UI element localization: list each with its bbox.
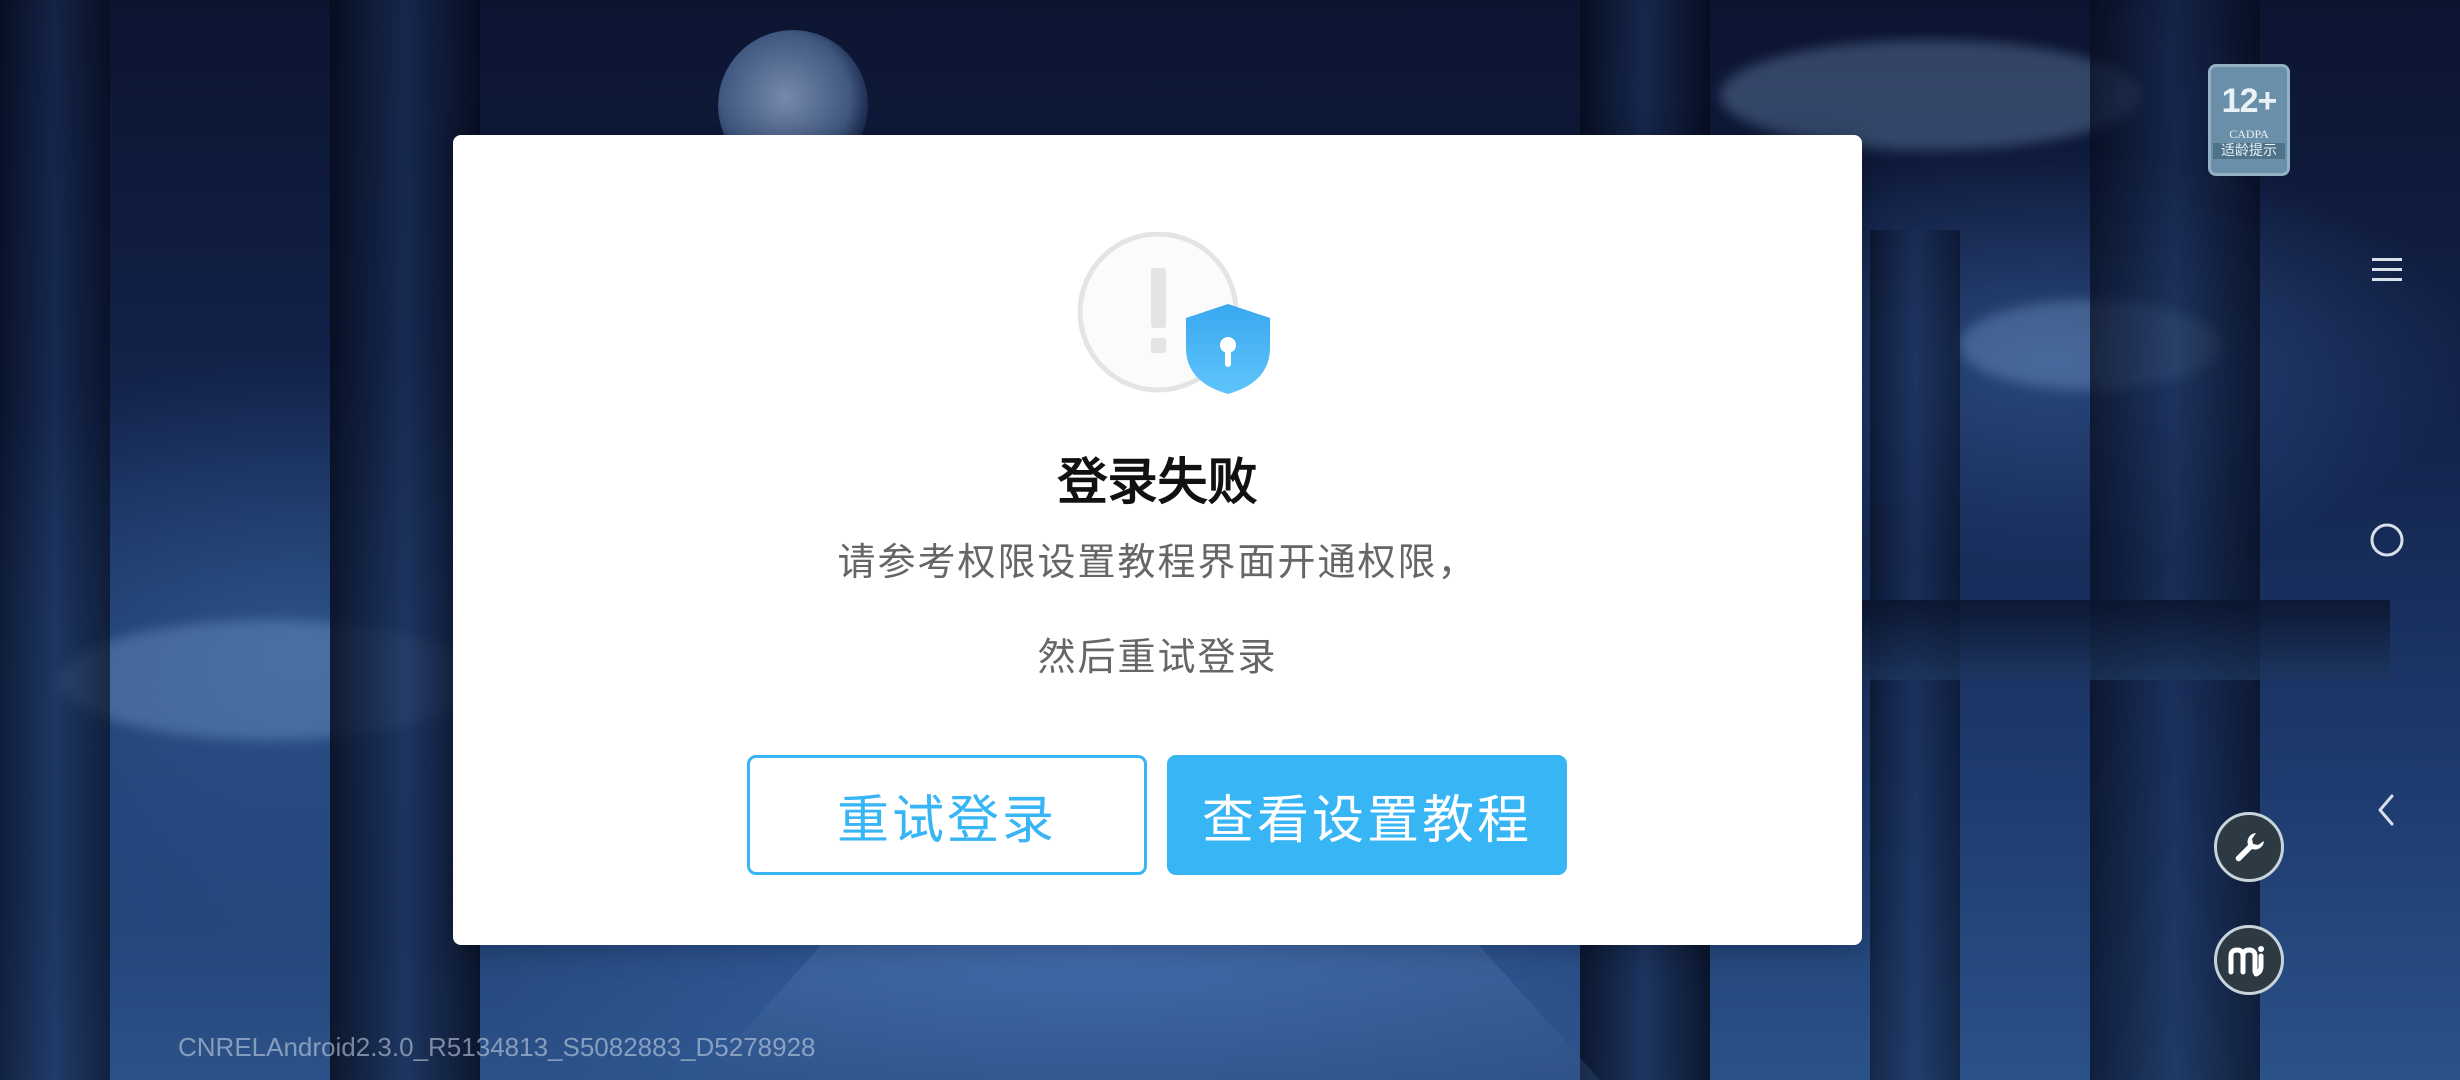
age-rating-value: 12+ — [2221, 82, 2278, 120]
menu-icon — [2372, 258, 2402, 281]
menu-button[interactable] — [2360, 243, 2414, 297]
home-button[interactable] — [2360, 513, 2414, 567]
dialog-message-line1: 请参考权限设置教程界面开通权限， — [837, 540, 1478, 584]
wrench-icon — [2235, 833, 2264, 862]
dialog-message-line2: 然后重试登录 — [1037, 635, 1278, 679]
cloud-decoration — [1720, 40, 2140, 150]
back-button[interactable] — [2360, 783, 2414, 837]
age-rating-tip: 适龄提示 — [2213, 143, 2285, 159]
circle-home-icon — [2370, 523, 2404, 557]
retry-login-button[interactable]: 重试登录 — [747, 755, 1147, 875]
chevron-left-icon — [2378, 794, 2394, 826]
login-failed-dialog: 登录失败 请参考权限设置教程界面开通权限， 然后重试登录 重试登录 查看设置教程 — [453, 135, 1862, 945]
age-rating-org: CADPA — [2229, 127, 2269, 141]
alert-shield-icon — [1077, 232, 1270, 394]
age-rating-badge[interactable]: 12+ CADPA 适龄提示 — [2208, 64, 2290, 176]
tower-decoration — [0, 0, 110, 1080]
mi-logo-icon — [2228, 946, 2264, 977]
mi-brand-button[interactable] — [2214, 925, 2284, 995]
game-screen: 12+ CADPA 适龄提示 CNRELAndroid2.3.0_R513481… — [0, 0, 2460, 1080]
view-tutorial-button[interactable]: 查看设置教程 — [1167, 755, 1567, 875]
version-text: CNRELAndroid2.3.0_R5134813_S5082883_D527… — [178, 1032, 816, 1062]
tools-button[interactable] — [2214, 812, 2284, 882]
dialog-title: 登录失败 — [1057, 453, 1258, 511]
